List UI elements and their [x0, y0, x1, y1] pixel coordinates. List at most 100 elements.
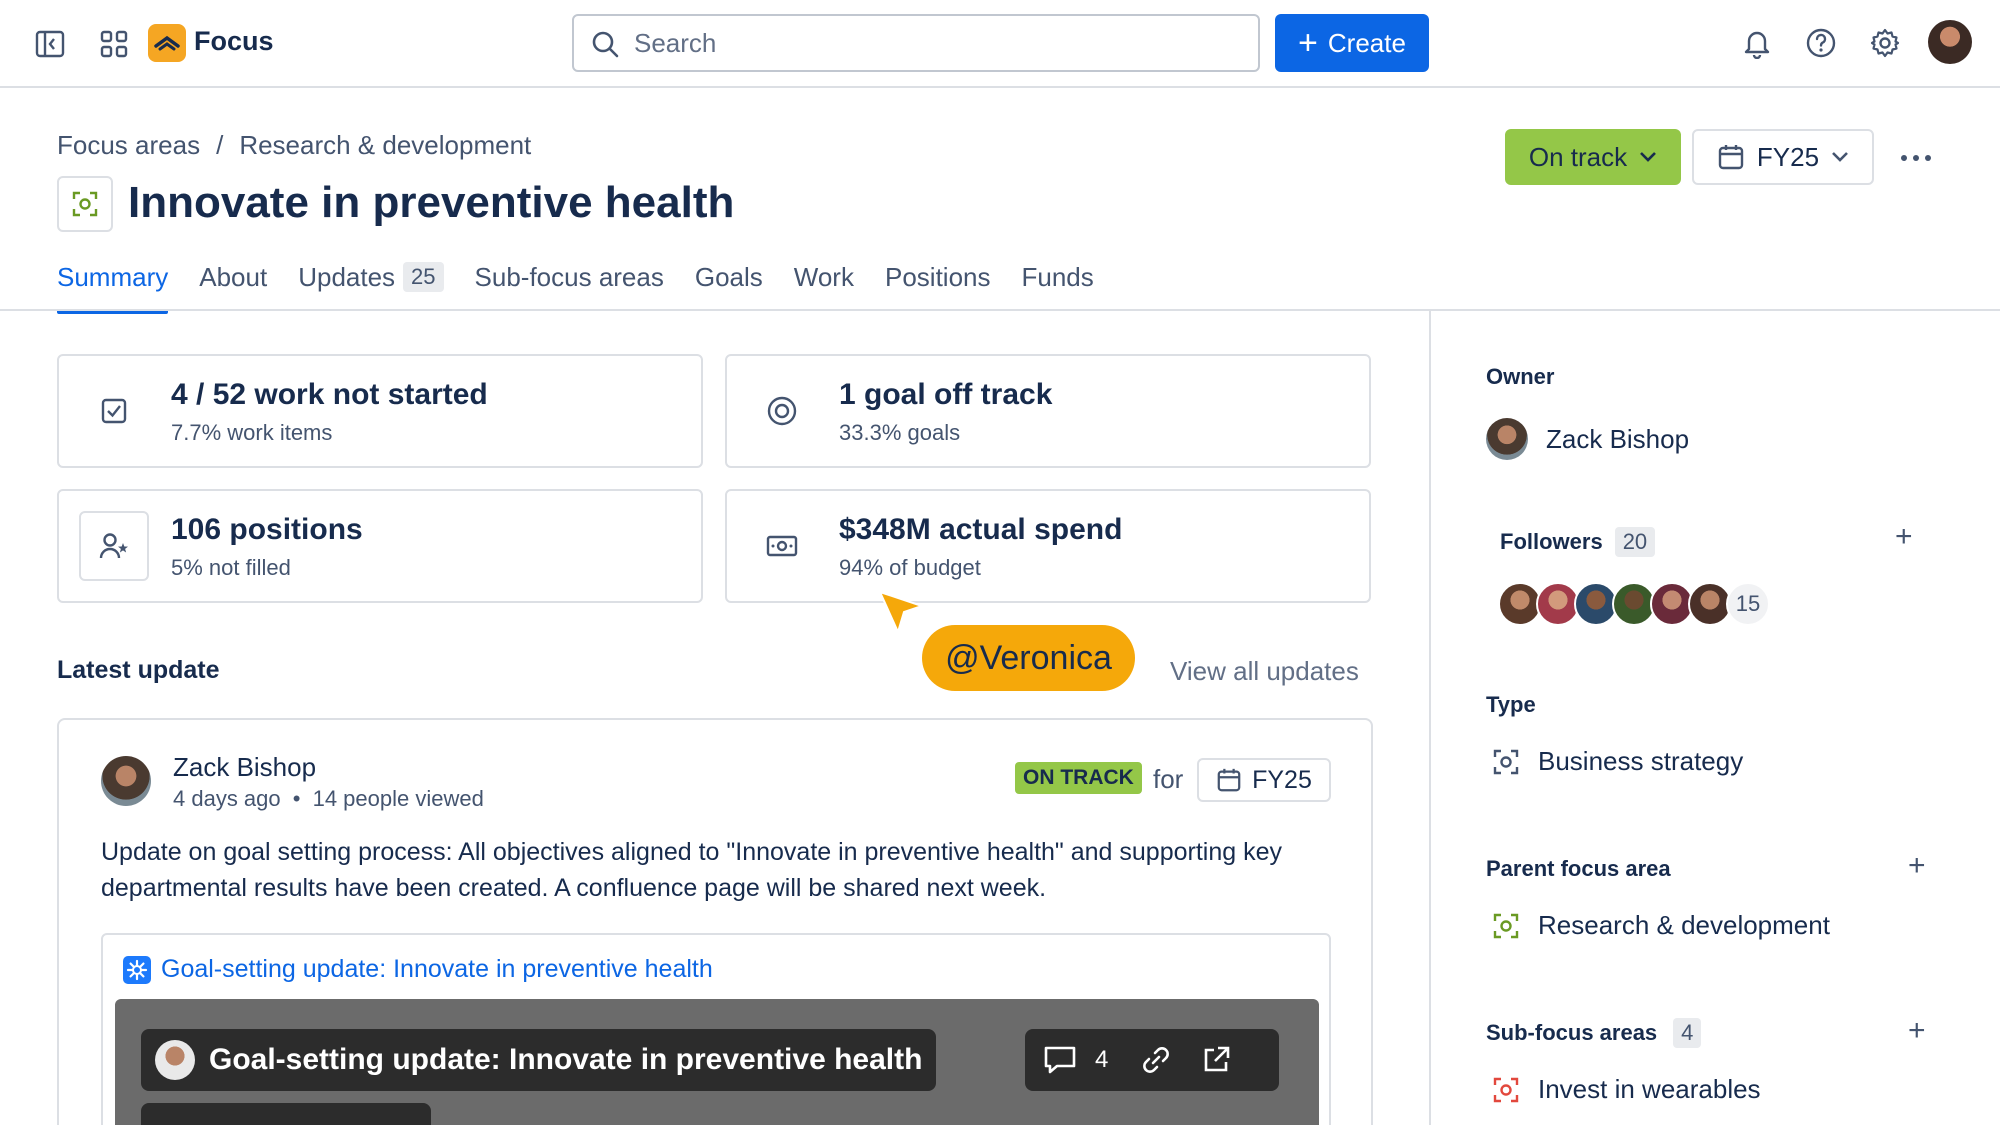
tabs-divider [0, 309, 2000, 311]
breadcrumb: Focus areas / Research & development [57, 130, 531, 161]
plus-icon: + [1298, 24, 1318, 62]
embed-link-text: Goal-setting update: Innovate in prevent… [161, 955, 713, 983]
metric-subtitle: 5% not filled [171, 555, 291, 580]
add-parent-icon[interactable]: + [1908, 849, 1926, 883]
settings-gear-icon[interactable] [1861, 19, 1909, 67]
tab-funds[interactable]: Funds [1021, 262, 1093, 310]
sub-focus-area-name: Invest in wearables [1538, 1074, 1761, 1104]
checkbox-icon [79, 376, 149, 446]
comment-icon[interactable] [1043, 1044, 1077, 1076]
metric-title: 106 positions [171, 513, 363, 546]
tab-goals[interactable]: Goals [695, 262, 763, 310]
sub-focus-areas-count-badge: 4 [1673, 1018, 1702, 1048]
comment-count: 4 [1095, 1046, 1109, 1073]
updates-count-badge: 25 [403, 262, 444, 292]
metric-card-work[interactable]: 4 / 52 work not started 7.7% work items [57, 354, 703, 468]
meta-dot: • [292, 786, 301, 811]
tab-sub-focus-areas[interactable]: Sub-focus areas [475, 262, 664, 310]
help-icon[interactable] [1797, 19, 1845, 67]
view-all-updates-link[interactable]: View all updates [1170, 656, 1359, 687]
embed-link[interactable]: Goal-setting update: Innovate in prevent… [123, 955, 713, 984]
embed-meta-chip [141, 1103, 431, 1125]
focus-logo-icon[interactable] [148, 24, 186, 62]
metric-card-spend[interactable]: $348M actual spend 94% of budget [725, 489, 1371, 603]
tab-updates[interactable]: Updates 25 [298, 262, 444, 310]
breadcrumb-research-development[interactable]: Research & development [239, 130, 531, 161]
status-badge: ON TRACK [1015, 762, 1142, 794]
owner-label: Owner [1486, 364, 1555, 389]
add-follower-icon[interactable]: + [1895, 520, 1913, 554]
tab-label: Updates [298, 262, 396, 292]
more-actions-icon[interactable] [1892, 138, 1940, 178]
metric-title: 1 goal off track [839, 378, 1053, 411]
update-period-label: FY25 [1252, 765, 1312, 794]
panel-divider [1429, 311, 1431, 1125]
link-icon[interactable] [1140, 1044, 1172, 1076]
period-label: FY25 [1756, 141, 1820, 172]
status-label: On track [1528, 141, 1628, 172]
metric-subtitle: 7.7% work items [171, 420, 333, 445]
calendar-icon [1717, 143, 1745, 171]
update-views[interactable]: 14 people viewed [313, 786, 484, 811]
money-icon [747, 511, 817, 581]
owner-field[interactable]: Zack Bishop [1486, 418, 1689, 460]
metric-card-goals[interactable]: 1 goal off track 33.3% goals [725, 354, 1371, 468]
tab-summary[interactable]: Summary [57, 262, 169, 314]
collaborator-cursor-label: @Veronica [922, 625, 1135, 691]
metric-subtitle: 33.3% goals [839, 420, 961, 445]
tab-label: Work [793, 262, 854, 292]
tab-work[interactable]: Work [794, 262, 854, 310]
owner-name: Zack Bishop [1546, 423, 1690, 454]
parent-focus-area-field[interactable]: Research & development [1492, 910, 1830, 941]
parent-focus-area-value: Research & development [1538, 910, 1830, 940]
period-dropdown[interactable]: FY25 [1692, 129, 1874, 185]
search-input[interactable]: Search [572, 14, 1260, 72]
add-sub-focus-area-icon[interactable]: + [1908, 1014, 1926, 1048]
notifications-icon[interactable] [1733, 19, 1781, 67]
followers-label: Followers [1500, 529, 1603, 554]
focus-area-type-icon [1492, 748, 1520, 776]
author-name[interactable]: Zack Bishop [173, 752, 316, 783]
app-name[interactable]: Focus [194, 26, 274, 57]
tab-positions[interactable]: Positions [885, 262, 991, 310]
author-avatar[interactable] [101, 756, 151, 806]
embed-toolbar: 4 [1025, 1029, 1279, 1091]
linked-page-embed[interactable]: Goal-setting update: Innovate in prevent… [101, 933, 1331, 1125]
create-label: Create [1327, 27, 1406, 58]
confluence-icon [123, 955, 151, 984]
update-period-badge: FY25 [1197, 758, 1331, 802]
chevron-down-icon [1639, 151, 1657, 163]
metric-title: 4 / 52 work not started [171, 378, 488, 411]
parent-focus-area-label: Parent focus area [1486, 856, 1671, 881]
update-body: Update on goal setting process: All obje… [101, 838, 1283, 902]
type-field[interactable]: Business strategy [1492, 746, 1743, 777]
metric-card-positions[interactable]: 106 positions 5% not filled [57, 489, 703, 603]
open-external-icon[interactable] [1200, 1044, 1232, 1076]
tab-label: Goals [694, 262, 763, 292]
breadcrumb-focus-areas[interactable]: Focus areas [57, 130, 200, 161]
search-icon [590, 29, 620, 59]
followers-count-badge: 20 [1614, 527, 1656, 557]
sidebar-toggle-icon[interactable] [26, 20, 74, 68]
type-label: Type [1486, 692, 1536, 717]
update-card: Zack Bishop 4 days ago • 14 people viewe… [57, 718, 1373, 1125]
update-time: 4 days ago [173, 786, 281, 811]
tab-about[interactable]: About [199, 262, 267, 310]
sub-focus-area-item[interactable]: Invest in wearables [1492, 1074, 1761, 1105]
tab-label: About [199, 262, 268, 292]
focus-area-icon [1492, 1076, 1520, 1104]
status-dropdown[interactable]: On track [1505, 129, 1681, 185]
collaborator-cursor-icon [878, 590, 924, 634]
focus-area-icon [1492, 912, 1520, 940]
update-meta: 4 days ago • 14 people viewed [173, 786, 484, 812]
followers-avatars[interactable]: 15 [1498, 582, 1770, 626]
for-label: for [1153, 764, 1184, 794]
latest-update-heading: Latest update [57, 656, 220, 684]
user-avatar[interactable] [1928, 20, 1972, 64]
embed-preview[interactable]: Goal-setting update: Innovate in prevent… [115, 999, 1319, 1125]
create-button[interactable]: + Create [1275, 14, 1429, 72]
tab-label: Funds [1021, 262, 1094, 292]
app-switcher-icon[interactable] [90, 20, 138, 68]
followers-header: Followers 20 [1500, 527, 1656, 557]
followers-more-count: 15 [1726, 582, 1770, 626]
